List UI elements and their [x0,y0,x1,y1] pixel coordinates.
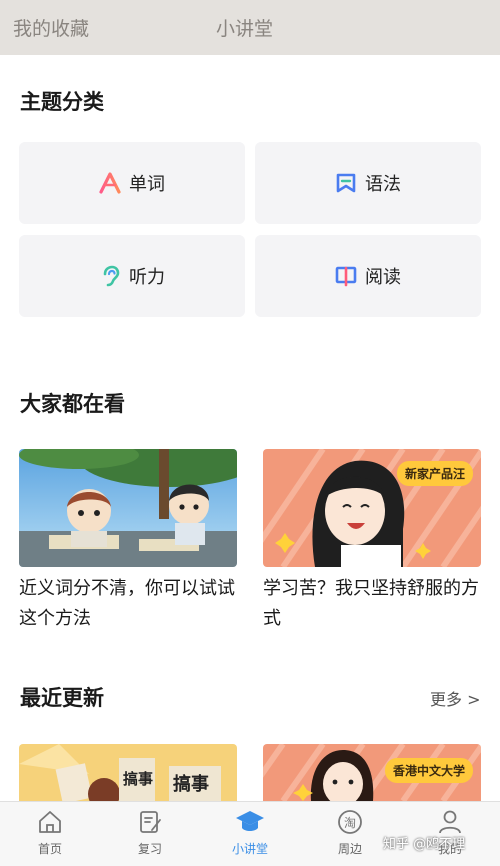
category-label: 听力 [129,267,165,288]
banner-text: 搞事 [173,773,209,795]
tao-glyph: 淘 [344,816,356,830]
article-thumbnail-recent-1[interactable]: 搞事 搞事 [19,744,237,801]
bookmark-flag-icon [335,172,357,194]
graduation-cap-icon [220,808,280,836]
open-book-icon [335,265,357,287]
category-label: 阅读 [365,267,401,288]
category-listening[interactable]: 听力 [19,235,245,317]
category-label: 单词 [129,174,165,195]
article-tag: 香港中文大学 [384,758,473,783]
nav-label: 首页 [37,842,62,856]
category-vocabulary[interactable]: 单词 [19,142,245,224]
article-title[interactable]: 学习苦？我只坚持舒服的方式 [263,574,485,634]
article-title[interactable]: 近义词分不清，你可以试试这个方法 [19,574,241,634]
article-thumbnail-synonyms[interactable] [19,449,237,567]
article-tag: 新家产品汪 [396,461,473,486]
nav-label: 复习 [137,842,162,856]
section-title-categories: 主题分类 [20,90,104,114]
profile-icon [420,808,480,836]
top-bar: 我的收藏 小讲堂 [0,0,500,55]
tao-store-icon: 淘 [320,808,380,836]
tab-my-favorites[interactable]: 我的收藏 [13,14,89,41]
nav-label: 小讲堂 [231,842,268,856]
category-grammar[interactable]: 语法 [255,142,481,224]
category-reading[interactable]: 阅读 [255,235,481,317]
letter-a-icon [99,172,121,194]
tab-small-lecture[interactable]: 小讲堂 [216,14,273,41]
category-label: 语法 [365,174,401,195]
watermark: 知乎 @鸥不理 [383,837,466,852]
nav-home[interactable]: 首页 [20,808,80,857]
nav-review[interactable]: 复习 [120,808,180,857]
banner-text: 搞事 [123,770,153,788]
notepad-pen-icon [120,808,180,836]
ear-icon [99,265,121,287]
home-icon [20,808,80,836]
section-title-popular: 大家都在看 [20,392,125,416]
article-thumbnail-comfort-study[interactable]: 新家产品汪 [263,449,481,567]
nav-label: 周边 [337,842,362,856]
nav-merch[interactable]: 淘 周边 [320,808,380,857]
nav-lecture[interactable]: 小讲堂 [220,808,280,857]
more-link[interactable]: 更多 > [430,686,481,710]
article-thumbnail-recent-2[interactable]: 香港中文大学 [263,744,481,801]
section-title-recent: 最近更新 [20,686,104,710]
